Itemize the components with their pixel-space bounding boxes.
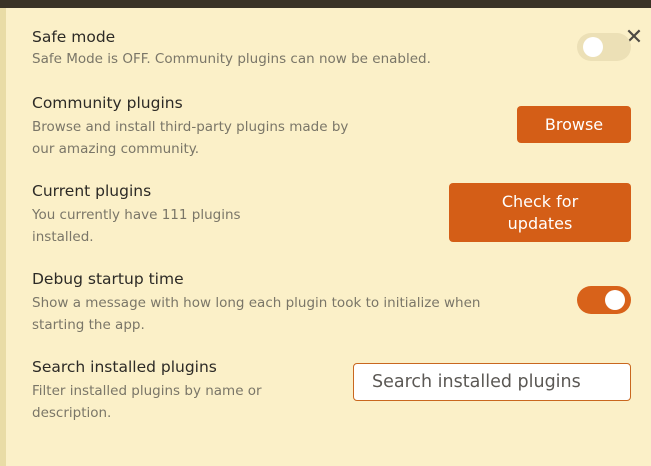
search-installed-desc-line1: Filter installed plugins by name or: [32, 383, 262, 399]
setting-search-installed: Search installed plugins Filter installe…: [32, 357, 262, 424]
title-bar: [0, 0, 651, 8]
setting-debug-startup-time: Debug startup time Show a message with h…: [32, 269, 480, 336]
community-plugins-description: Browse and install third-party plugins m…: [32, 116, 348, 160]
setting-community-plugins: Community plugins Browse and install thi…: [32, 93, 348, 160]
search-installed-desc-line2: description.: [32, 405, 112, 421]
check-updates-label-line1: Check for: [501, 191, 579, 211]
search-installed-description: Filter installed plugins by name or desc…: [32, 380, 262, 424]
search-installed-plugins-input[interactable]: Search installed plugins: [353, 363, 631, 401]
debug-startup-desc-line2: starting the app.: [32, 317, 145, 333]
debug-startup-desc-line1: Show a message with how long each plugin…: [32, 295, 481, 311]
check-updates-label-line2: updates: [507, 213, 573, 233]
debug-startup-title: Debug startup time: [32, 270, 184, 288]
setting-current-plugins: Current plugins You currently have 111 p…: [32, 181, 241, 248]
community-plugins-desc-line1: Browse and install third-party plugins m…: [32, 119, 349, 135]
current-plugins-title: Current plugins: [32, 182, 152, 200]
community-plugins-desc-line2: our amazing community.: [32, 141, 200, 157]
safe-mode-title: Safe mode: [32, 28, 116, 46]
safe-mode-description: Safe Mode is OFF. Community plugins can …: [32, 51, 431, 67]
current-plugins-desc-line1: You currently have 111 plugins: [32, 207, 241, 223]
setting-safe-mode: Safe mode Safe Mode is OFF. Community pl…: [32, 27, 431, 70]
search-placeholder: Search installed plugins: [372, 372, 581, 392]
safe-mode-toggle[interactable]: [577, 33, 631, 61]
check-for-updates-button[interactable]: Check for updates: [449, 183, 631, 242]
debug-startup-toggle[interactable]: [577, 286, 631, 314]
debug-startup-description: Show a message with how long each plugin…: [32, 292, 480, 336]
browse-button-label: Browse: [544, 114, 604, 134]
toggle-knob: [605, 290, 625, 310]
search-installed-title: Search installed plugins: [32, 358, 217, 376]
current-plugins-desc-line2: installed.: [32, 229, 94, 245]
community-plugins-title: Community plugins: [32, 94, 183, 112]
current-plugins-description: You currently have 111 plugins installed…: [32, 204, 241, 248]
browse-button[interactable]: Browse: [517, 106, 631, 143]
toggle-knob: [583, 37, 603, 57]
